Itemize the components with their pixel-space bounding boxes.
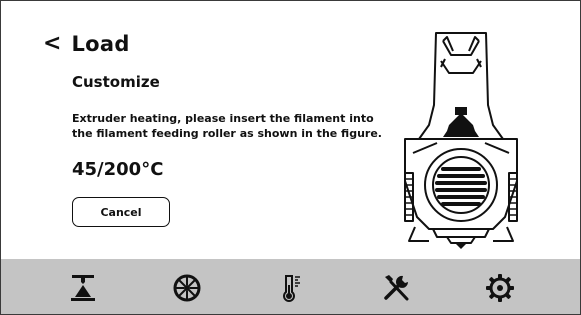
tools-icon [383,274,409,300]
temperature-readout: 45/200°C [72,159,164,180]
nav-tools[interactable] [378,270,414,306]
settings-gear-icon [485,273,514,302]
instruction-text: Extruder heating, please insert the fila… [72,112,382,140]
back-button[interactable]: < Load [43,29,130,59]
cancel-button[interactable]: Cancel [72,197,170,227]
filament-spool-icon [173,274,201,301]
nav-filament[interactable] [169,270,205,306]
nav-settings[interactable] [482,270,518,306]
extruder-illustration [404,32,518,249]
load-page: < Load Customize Extruder heating, pleas… [1,1,580,259]
printer-screen: < Load Customize Extruder heating, pleas… [0,0,581,315]
mode-label: Customize [72,73,160,91]
print-icon [71,274,96,301]
back-chevron-icon[interactable]: < [43,33,61,55]
nav-temperature[interactable] [273,270,309,306]
bottom-nav-bar [1,259,580,314]
page-title[interactable]: Load [71,32,129,56]
nav-print[interactable] [65,270,101,306]
thermometer-icon [283,274,301,302]
